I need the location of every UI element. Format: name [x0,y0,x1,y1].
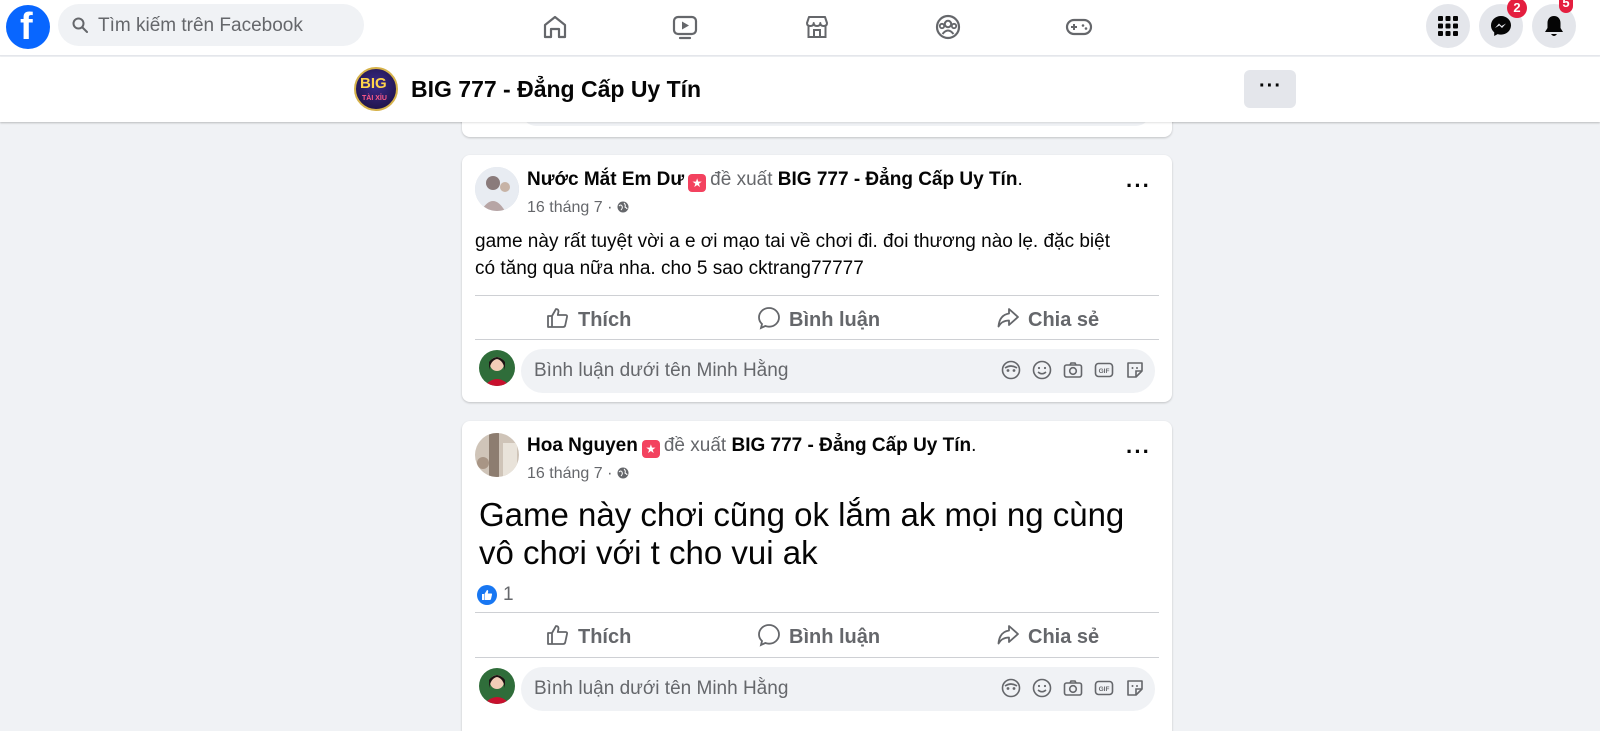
gif-icon[interactable]: GIF [1093,677,1115,699]
marketplace-icon[interactable] [802,12,832,42]
post-date[interactable]: 16 tháng 7 · [527,199,629,217]
page-avatar-subtext-front: TÀI XỈU [362,95,387,102]
share-label: Chia sẻ [1028,309,1100,331]
post-card: Hoa Nguyen ★ đề xuất BIG 777 - Đẳng Cấp Uy… [462,421,1172,731]
post-author-line: Nước Mắt Em Dư ★ đề xuất BIG 777 - Đẳng Cấ… [527,169,1023,192]
post-date-text: 16 tháng 7 · [527,465,613,482]
grid-menu-icon [1438,16,1458,36]
globe-icon [617,467,629,479]
author-name[interactable]: Hoa Nguyen [527,435,638,456]
share-arrow-icon [997,308,1019,328]
avatar-sticker-icon[interactable] [1000,677,1022,699]
video-icon[interactable] [670,12,700,42]
groups-icon[interactable] [933,12,963,42]
emoji-icon[interactable] [1031,359,1053,381]
author-avatar[interactable] [475,433,519,477]
post-author-line: Hoa Nguyen ★ đề xuất BIG 777 - Đẳng Cấp Uy… [527,435,976,458]
gif-icon[interactable]: GIF [1093,359,1115,381]
post-options-button[interactable]: ··· [1126,173,1156,198]
post-card: Nước Mắt Em Dư ★ đề xuất BIG 777 - Đẳng Cấ… [462,155,1172,402]
comment-button[interactable]: Bình luận [757,623,880,649]
like-reaction-icon[interactable] [477,585,497,605]
like-label: Thích [578,626,632,648]
comment-input[interactable]: Bình luận dưới tên Minh Hằng GIF [521,667,1155,711]
page-header-content: BIG TÀI XỈU BIG 777 - Đẳng Cấp Uy Tín ··… [0,57,1600,122]
comment-bubble-icon [758,624,780,647]
recommend-word: đề xuất [663,435,727,456]
share-arrow-icon [997,625,1019,645]
recommended-page-name[interactable]: BIG 777 - Đẳng Cấp Uy Tín [778,169,1018,190]
post-date[interactable]: 16 tháng 7 · [527,465,629,483]
emoji-icon[interactable] [1031,677,1053,699]
post-text-line: game này rất tuyệt vời a e ơi mạo tai về… [475,231,1110,252]
camera-icon[interactable] [1062,677,1084,699]
post-text-line: có tăng qua nữa nha. cho 5 sao cktrang77… [475,258,864,279]
person-photo-icon [475,167,519,211]
post-options-button[interactable]: ··· [1126,439,1156,464]
menu-button[interactable] [1426,4,1470,48]
avatar-sticker-icon[interactable] [1000,359,1022,381]
divider [475,657,1159,658]
user-photo-icon [479,350,515,386]
post-date-text: 16 tháng 7 · [527,199,613,216]
camera-icon[interactable] [1062,359,1084,381]
svg-text:GIF: GIF [1099,686,1110,693]
commenter-avatar[interactable] [479,350,515,386]
divider [475,295,1159,296]
search-input[interactable]: Tìm kiếm trên Facebook [58,4,364,46]
thumbs-up-icon [547,625,568,645]
share-button[interactable]: Chia sẻ [996,306,1099,332]
recommend-star-icon: ★ [688,174,707,192]
like-button[interactable]: Thích [546,623,631,649]
post-text-line: vô chơi với t cho vui ak [479,534,818,571]
sticker-icon[interactable] [1124,359,1146,381]
post-text: game này rất tuyệt vời a e ơi mạo tai về… [475,228,1110,282]
thumbs-up-icon [547,308,568,328]
like-label: Thích [578,309,632,331]
comment-label: Bình luận [789,626,881,648]
person-photo-icon [475,433,519,477]
recommend-word: đề xuất [710,169,773,190]
like-button[interactable]: Thích [546,306,631,332]
page-more-button-front[interactable]: ··· [1244,70,1296,108]
author-name[interactable]: Nước Mắt Em Dư [527,169,684,190]
comment-button[interactable]: Bình luận [757,306,880,332]
facebook-logo[interactable]: f [6,5,50,49]
bell-icon [1545,16,1563,36]
facebook-logo-letter: f [20,6,33,48]
page-avatar-text-front: BIG [360,75,387,92]
top-navigation-bar: f Tìm kiếm trên Facebook 2 5 [0,0,1600,56]
recommended-page-name[interactable]: BIG 777 - Đẳng Cấp Uy Tín [731,435,971,456]
sticker-icon[interactable] [1124,677,1146,699]
user-photo-icon [479,668,515,704]
share-button[interactable]: Chia sẻ [996,623,1099,649]
divider [475,612,1159,613]
comment-placeholder: Bình luận dưới tên Minh Hằng [534,678,789,699]
reaction-count[interactable]: 1 [503,584,514,606]
search-icon [72,17,88,33]
share-label: Chia sẻ [1028,626,1100,648]
globe-icon [617,201,629,213]
page-avatar-front[interactable]: BIG TÀI XỈU [354,67,398,111]
search-placeholder: Tìm kiếm trên Facebook [98,15,303,36]
author-avatar[interactable] [475,167,519,211]
messenger-badge: 2 [1507,0,1527,18]
messenger-icon [1491,16,1511,36]
recommend-star-icon: ★ [641,440,660,458]
post-text-line: Game này chơi cũng ok lắm ak mọi ng cùng [479,496,1125,533]
post-text: Game này chơi cũng ok lắm ak mọi ng cùng… [479,496,1124,572]
gaming-icon[interactable] [1064,12,1094,42]
comment-placeholder: Bình luận dưới tên Minh Hằng [534,360,789,381]
page-title-front[interactable]: BIG 777 - Đẳng Cấp Uy Tín [411,76,701,103]
commenter-avatar[interactable] [479,668,515,704]
comment-label: Bình luận [789,309,881,331]
divider [475,339,1159,340]
comment-input[interactable]: Bình luận dưới tên Minh Hằng GIF [521,349,1155,393]
comment-bubble-icon [758,307,780,330]
home-icon[interactable] [540,12,570,42]
more-dots-icon-front: ··· [1259,75,1282,97]
sentence-period: . [971,435,977,456]
svg-text:GIF: GIF [1099,368,1110,375]
sentence-period: . [1017,169,1023,190]
